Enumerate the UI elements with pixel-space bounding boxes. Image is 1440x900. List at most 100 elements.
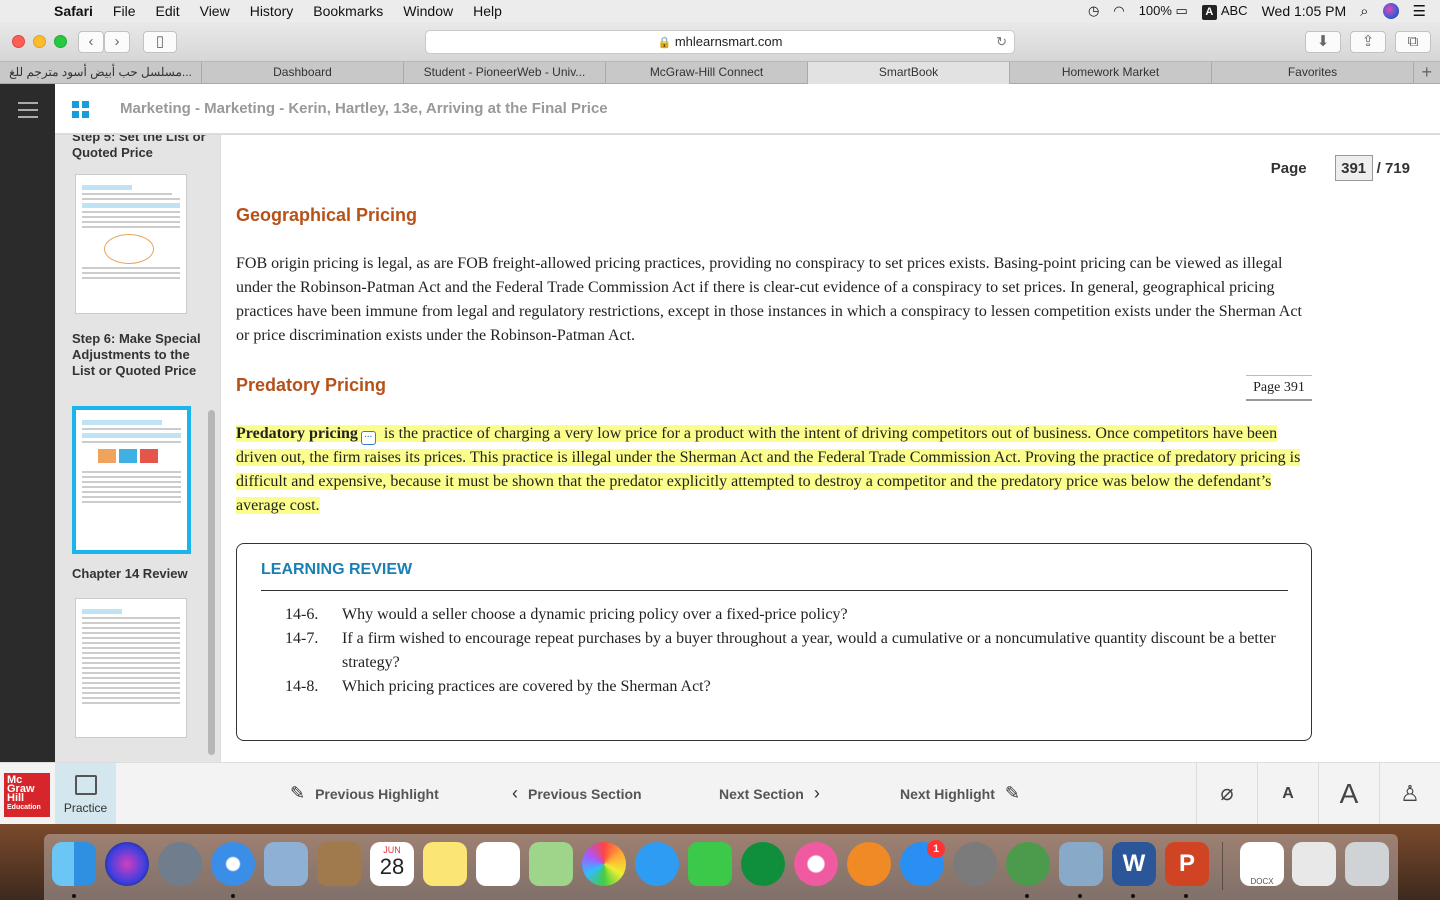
keynote-icon[interactable] bbox=[741, 842, 785, 886]
close-window-button[interactable] bbox=[12, 35, 25, 48]
menu-bookmarks[interactable]: Bookmarks bbox=[313, 3, 383, 19]
key-term[interactable]: Predatory pricing bbox=[236, 425, 358, 442]
reload-icon[interactable]: ↻ bbox=[996, 31, 1007, 53]
input-source-badge: A bbox=[1201, 4, 1217, 20]
trash-icon[interactable] bbox=[1345, 842, 1389, 886]
address-bar[interactable]: 🔒 mhlearnsmart.com ↻ bbox=[425, 30, 1015, 54]
note-icon[interactable]: ··· bbox=[360, 431, 376, 445]
battery-percent: 100% bbox=[1138, 3, 1172, 18]
sidebar-thumbnail-step6[interactable] bbox=[72, 406, 191, 554]
fullscreen-window-button[interactable] bbox=[54, 35, 67, 48]
menu-app-name[interactable]: Safari bbox=[54, 3, 93, 19]
previous-section-button[interactable]: ‹ Previous Section bbox=[512, 783, 642, 804]
notification-center-icon[interactable]: ☰ bbox=[1413, 2, 1426, 20]
books-icon[interactable] bbox=[847, 842, 891, 886]
input-source[interactable]: A ABC bbox=[1201, 3, 1248, 20]
sidebar-thumbnail-review[interactable] bbox=[75, 598, 187, 738]
menu-bar: Safari File Edit View History Bookmarks … bbox=[0, 0, 1440, 22]
sidebar-item-title[interactable]: Step 5: Set the List or Quoted Price bbox=[72, 135, 207, 161]
left-nav-strip bbox=[0, 84, 55, 764]
facetime-icon[interactable] bbox=[688, 842, 732, 886]
clock[interactable]: Wed 1:05 PM bbox=[1262, 3, 1347, 19]
menu-view[interactable]: View bbox=[200, 3, 230, 19]
messages-icon[interactable] bbox=[635, 842, 679, 886]
reminders-icon[interactable] bbox=[476, 842, 520, 886]
contacts-icon[interactable] bbox=[317, 842, 361, 886]
sidebar-item-title[interactable]: Step 6: Make Special Adjustments to the … bbox=[72, 331, 207, 379]
menu-window[interactable]: Window bbox=[403, 3, 453, 19]
next-section-button[interactable]: Next Section › bbox=[719, 783, 820, 804]
page-marker: Page 391 bbox=[1246, 375, 1312, 401]
tab-pioneerweb[interactable]: Student - PioneerWeb - Univ... bbox=[404, 62, 606, 84]
app-store-badge: 1 bbox=[927, 840, 945, 858]
accessibility-button[interactable]: ♙ bbox=[1379, 763, 1440, 825]
maps-icon[interactable] bbox=[529, 842, 573, 886]
back-button[interactable]: ‹ bbox=[78, 31, 104, 53]
tab-favorites[interactable]: Favorites bbox=[1212, 62, 1414, 84]
section-sidebar: Step 5: Set the List or Quoted Price Ste… bbox=[55, 135, 220, 762]
system-preferences-icon[interactable] bbox=[953, 842, 997, 886]
safari-icon[interactable] bbox=[211, 842, 255, 886]
battery-status[interactable]: 100% ▭ bbox=[1139, 3, 1188, 19]
powerpoint-icon[interactable]: P bbox=[1165, 842, 1209, 886]
downloads-icon[interactable]: ⬇ bbox=[1305, 31, 1341, 53]
siri-icon[interactable] bbox=[1382, 3, 1399, 19]
review-question: 14-8. Which pricing practices are covere… bbox=[285, 675, 1285, 699]
tab-arabic-series[interactable]: مسلسل حب أبيض أسود مترجم للغ... bbox=[0, 62, 202, 84]
calendar-icon[interactable]: JUN 28 bbox=[370, 842, 414, 886]
reader-footer: Mc Graw Hill Education Practice ✎ Previo… bbox=[0, 762, 1440, 825]
decrease-font-button[interactable]: A bbox=[1257, 763, 1318, 825]
highlighted-text[interactable]: Predatory pricing ··· is the practice of … bbox=[236, 425, 1301, 514]
hamburger-menu-icon[interactable] bbox=[18, 102, 38, 123]
menu-history[interactable]: History bbox=[250, 3, 294, 19]
practice-button[interactable]: Practice bbox=[55, 763, 116, 825]
sidebar-item-title[interactable]: Chapter 14 Review bbox=[72, 566, 207, 582]
siri-dock-icon[interactable] bbox=[105, 842, 149, 886]
forward-button[interactable]: › bbox=[104, 31, 130, 53]
photos-icon[interactable] bbox=[582, 842, 626, 886]
tab-connect[interactable]: McGraw-Hill Connect bbox=[606, 62, 808, 84]
new-tab-button[interactable]: + bbox=[1414, 62, 1440, 84]
wifi-icon[interactable]: ◠ bbox=[1113, 3, 1124, 19]
finder-icon[interactable] bbox=[52, 842, 96, 886]
spotlight-icon[interactable]: ⌕ bbox=[1360, 3, 1368, 20]
sidebar-scrollbar[interactable] bbox=[208, 410, 215, 755]
notes-icon[interactable] bbox=[423, 842, 467, 886]
next-highlight-label: Next Highlight bbox=[900, 785, 995, 802]
question-text: Which pricing practices are covered by t… bbox=[342, 678, 711, 695]
share-icon[interactable]: ⇪ bbox=[1350, 31, 1386, 53]
previous-section-label: Previous Section bbox=[528, 785, 642, 802]
sidebar-thumbnail-step5[interactable] bbox=[75, 174, 187, 314]
app-header: Marketing - Marketing - Kerin, Hartley, … bbox=[0, 84, 1440, 134]
sidebar-toggle-icon[interactable]: ▯ bbox=[143, 31, 177, 53]
tab-dashboard[interactable]: Dashboard bbox=[202, 62, 404, 84]
practice-icon bbox=[74, 775, 97, 795]
page-number-input[interactable] bbox=[1334, 155, 1373, 181]
apps-grid-icon[interactable] bbox=[72, 101, 89, 118]
launchpad-icon[interactable] bbox=[158, 842, 202, 886]
increase-font-button[interactable]: A bbox=[1318, 763, 1379, 825]
image-capture-icon[interactable] bbox=[1059, 842, 1103, 886]
tab-homework-market[interactable]: Homework Market bbox=[1010, 62, 1212, 84]
vpn-icon[interactable] bbox=[1006, 842, 1050, 886]
menu-help[interactable]: Help bbox=[473, 3, 502, 19]
chevron-left-icon: ‹ bbox=[512, 783, 518, 803]
next-section-label: Next Section bbox=[719, 785, 804, 802]
previous-highlight-button[interactable]: ✎ Previous Highlight bbox=[290, 783, 439, 804]
paragraph-predatory: Predatory pricing ··· is the practice of … bbox=[236, 422, 1311, 518]
docx-file-icon[interactable]: DOCX bbox=[1240, 842, 1284, 886]
page-navigator: Page / 719 bbox=[1271, 155, 1410, 181]
user-icon: ♙ bbox=[1400, 781, 1420, 806]
preview-icon[interactable] bbox=[264, 842, 308, 886]
time-machine-icon[interactable]: ◷ bbox=[1088, 3, 1099, 19]
hide-highlights-button[interactable]: ⌀ bbox=[1196, 763, 1257, 825]
documents-stack-icon[interactable] bbox=[1292, 842, 1336, 886]
menu-file[interactable]: File bbox=[113, 3, 136, 19]
next-highlight-button[interactable]: Next Highlight ✎ bbox=[900, 783, 1020, 804]
music-icon[interactable] bbox=[794, 842, 838, 886]
tab-overview-icon[interactable]: ⧉ bbox=[1395, 31, 1431, 53]
menu-edit[interactable]: Edit bbox=[155, 3, 179, 19]
tab-smartbook[interactable]: SmartBook bbox=[808, 62, 1010, 84]
minimize-window-button[interactable] bbox=[33, 35, 46, 48]
word-icon[interactable]: W bbox=[1112, 842, 1156, 886]
